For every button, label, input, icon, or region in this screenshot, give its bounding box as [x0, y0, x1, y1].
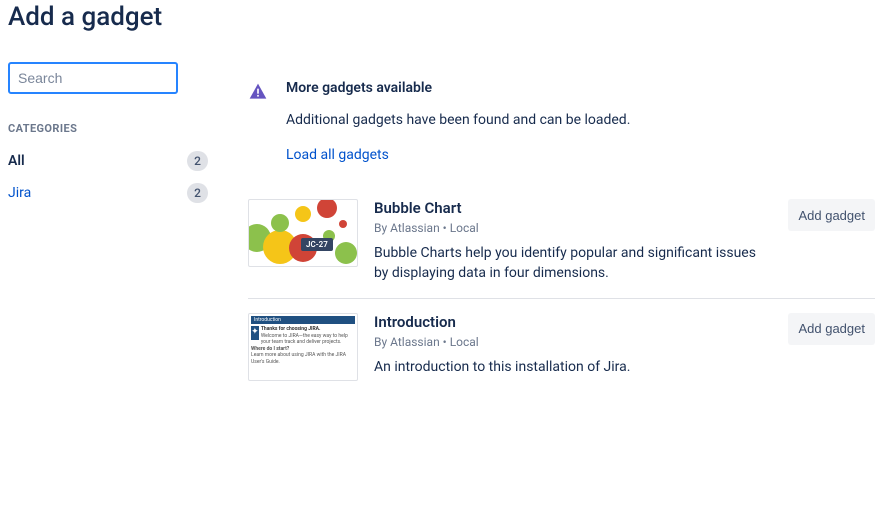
page-title: Add a gadget [8, 0, 883, 62]
main-content: More gadgets available Additional gadget… [248, 62, 883, 395]
categories-heading: CATEGORIES [8, 122, 208, 135]
warning-icon [248, 82, 268, 102]
category-all[interactable]: All 2 [8, 145, 208, 177]
thumb-tag: JC-27 [301, 238, 333, 251]
gadget-meta: By Atlassian • Local [374, 335, 772, 349]
gadget-title: Bubble Chart [374, 199, 772, 217]
gadget-thumbnail: JC-27 [248, 199, 358, 267]
add-gadget-button[interactable]: Add gadget [788, 199, 875, 231]
search-input[interactable] [8, 62, 178, 94]
category-label: All [8, 153, 25, 169]
more-gadgets-banner: More gadgets available Additional gadget… [248, 80, 875, 163]
gadget-meta: By Atlassian • Local [374, 221, 772, 235]
gadget-row-introduction: Introduction ✦ Thanks for choosing JIRA.… [248, 299, 875, 395]
category-jira[interactable]: Jira 2 [8, 177, 208, 209]
category-label: Jira [8, 185, 31, 201]
gadget-description: Bubble Charts help you identify popular … [374, 243, 772, 284]
category-count-badge: 2 [187, 183, 208, 203]
add-gadget-button[interactable]: Add gadget [788, 313, 875, 345]
gadget-description: An introduction to this installation of … [374, 357, 772, 377]
gadget-title: Introduction [374, 313, 772, 331]
sidebar: CATEGORIES All 2 Jira 2 [8, 62, 208, 395]
banner-title: More gadgets available [286, 80, 630, 96]
load-all-gadgets-link[interactable]: Load all gadgets [286, 147, 389, 163]
category-count-badge: 2 [187, 151, 208, 171]
gadget-row-bubble-chart: JC-27 Bubble Chart By Atlassian • Local … [248, 185, 875, 299]
banner-text: Additional gadgets have been found and c… [286, 112, 630, 128]
gadget-thumbnail: Introduction ✦ Thanks for choosing JIRA.… [248, 313, 358, 381]
